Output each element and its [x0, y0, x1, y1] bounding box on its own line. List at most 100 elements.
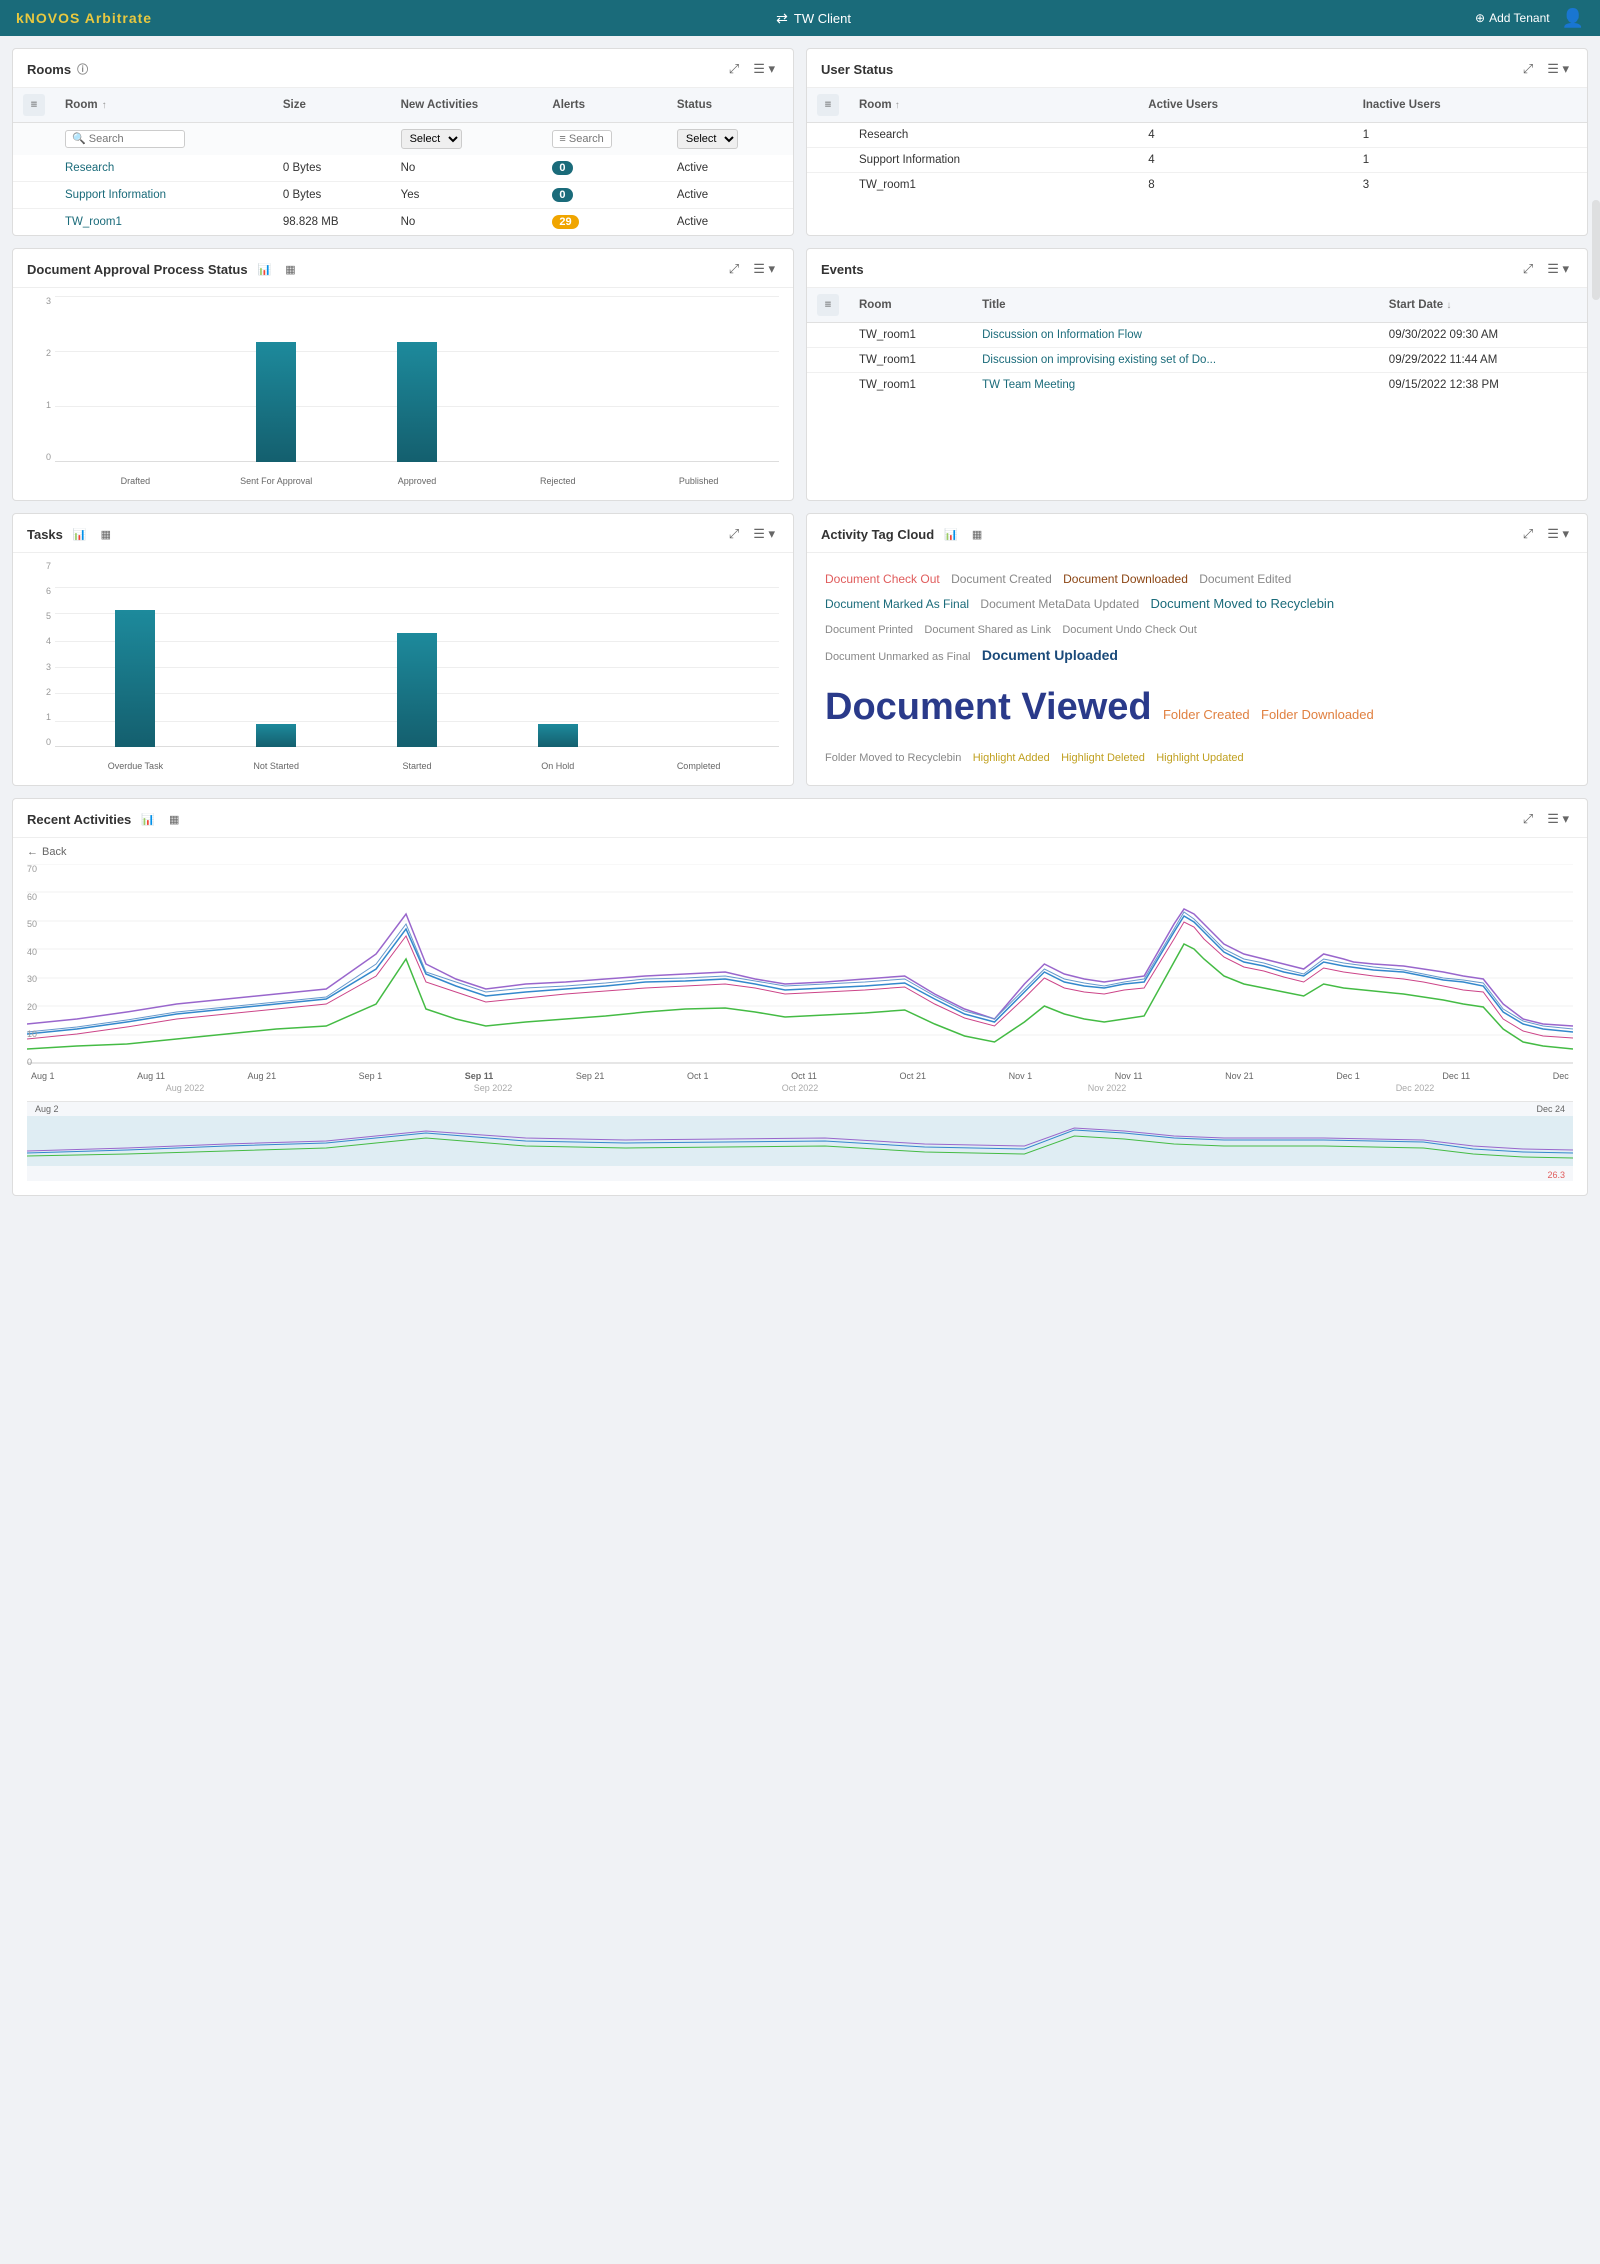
approval-menu-button[interactable]: ☰ ▾: [749, 259, 779, 279]
alerts-search-input[interactable]: [552, 130, 612, 148]
tag-folder-created[interactable]: Folder Created: [1163, 707, 1250, 722]
tasks-chart: 7 6 5 4 3 2 1 0: [13, 553, 793, 785]
user-status-filter-icon[interactable]: ≡: [817, 94, 839, 116]
new-activities-filter[interactable]: Select: [401, 129, 462, 149]
x-label-not-started: Not Started: [206, 761, 347, 771]
rooms-table: ≡ Room ↑ Size New Activities Alerts Stat…: [13, 88, 793, 235]
x-label-rejected: Rejected: [487, 476, 628, 486]
bar-group-overdue: [65, 610, 206, 747]
rooms-table-filter-icon[interactable]: ≡: [23, 94, 45, 116]
recent-line-chart-svg: [27, 864, 1573, 1064]
tag-doc-downloaded[interactable]: Document Downloaded: [1063, 572, 1188, 586]
approval-chart-toggle[interactable]: 📊: [254, 261, 276, 278]
middle-row: Document Approval Process Status 📊 ▦ ⤢ ☰…: [12, 248, 1588, 501]
rooms-panel-body: ≡ Room ↑ Size New Activities Alerts Stat…: [13, 88, 793, 235]
plus-circle-icon: ⊕: [1475, 11, 1485, 25]
user-status-menu-button[interactable]: ☰ ▾: [1543, 59, 1573, 79]
tag-expand-button[interactable]: ⤢: [1519, 524, 1537, 544]
recent-table-toggle[interactable]: ▦: [165, 811, 183, 828]
rooms-expand-button[interactable]: ⤢: [725, 59, 743, 79]
bar-not-started: [256, 724, 296, 747]
room-search-input[interactable]: [65, 130, 185, 148]
tag-folder-moved[interactable]: Folder Moved to Recyclebin: [825, 752, 961, 764]
recent-chart-toggle[interactable]: 📊: [137, 811, 159, 828]
status-filter[interactable]: Select: [677, 129, 738, 149]
room-sort-icon[interactable]: ↑: [102, 100, 107, 111]
recent-menu-button[interactable]: ☰ ▾: [1543, 809, 1573, 829]
header-center: ⇄ TW Client: [776, 10, 851, 27]
inactive-users-col-header: Inactive Users: [1353, 88, 1587, 123]
tag-doc-shared[interactable]: Document Shared as Link: [924, 624, 1051, 636]
event-link-1[interactable]: Discussion on Information Flow: [982, 329, 1142, 341]
approval-panel: Document Approval Process Status 📊 ▦ ⤢ ☰…: [12, 248, 794, 501]
room-link-research[interactable]: Research: [65, 162, 114, 174]
room-link-twroom1[interactable]: TW_room1: [65, 216, 122, 228]
main-content: Rooms ⓘ ⤢ ☰ ▾ ≡ Roo: [0, 36, 1600, 1208]
tag-doc-metadata[interactable]: Document MetaData Updated: [980, 597, 1139, 611]
tasks-menu-button[interactable]: ☰ ▾: [749, 524, 779, 544]
table-row: Research 0 Bytes No 0 Active: [13, 155, 793, 182]
tag-folder-downloaded[interactable]: Folder Downloaded: [1261, 707, 1374, 722]
tasks-expand-button[interactable]: ⤢: [725, 524, 743, 544]
tag-doc-undo-checkout[interactable]: Document Undo Check Out: [1062, 624, 1197, 636]
events-title-col: Title: [972, 288, 1379, 323]
approval-table-toggle[interactable]: ▦: [281, 261, 299, 278]
tag-doc-edited[interactable]: Document Edited: [1199, 572, 1291, 586]
events-menu-button[interactable]: ☰ ▾: [1543, 259, 1573, 279]
bar-approved: [397, 342, 437, 462]
room-link-support[interactable]: Support Information: [65, 189, 166, 201]
back-button[interactable]: ← Back: [27, 846, 1573, 858]
tag-doc-viewed[interactable]: Document Viewed: [825, 686, 1152, 728]
tag-menu-button[interactable]: ☰ ▾: [1543, 524, 1573, 544]
table-row: TW_room1 TW Team Meeting 09/15/2022 12:3…: [807, 373, 1587, 398]
events-expand-button[interactable]: ⤢: [1519, 259, 1537, 279]
bar-group-started: [347, 633, 488, 747]
tasks-panel: Tasks 📊 ▦ ⤢ ☰ ▾ 7 6 5 4 3: [12, 513, 794, 786]
tasks-panel-title: Tasks 📊 ▦: [27, 526, 115, 543]
events-date-col: Start Date ↓: [1379, 288, 1587, 323]
rooms-menu-button[interactable]: ☰ ▾: [749, 59, 779, 79]
events-filter-icon[interactable]: ≡: [817, 294, 839, 316]
tag-chart-toggle[interactable]: 📊: [940, 526, 962, 543]
tag-doc-created[interactable]: Document Created: [951, 572, 1052, 586]
tasks-table-toggle[interactable]: ▦: [97, 526, 115, 543]
user-status-table-body: Research 4 1 Support Information 4 1: [807, 123, 1587, 198]
event-link-3[interactable]: TW Team Meeting: [982, 379, 1075, 391]
tag-table-toggle[interactable]: ▦: [968, 526, 986, 543]
bar-on-hold: [538, 724, 578, 747]
rooms-panel-actions: ⤢ ☰ ▾: [725, 59, 779, 79]
x-label-approved: Approved: [347, 476, 488, 486]
tag-highlight-added[interactable]: Highlight Added: [973, 752, 1050, 764]
bar-sent: [256, 342, 296, 462]
table-row: Support Information 4 1: [807, 148, 1587, 173]
add-tenant-button[interactable]: ⊕ Add Tenant: [1475, 11, 1550, 25]
event-link-2[interactable]: Discussion on improvising existing set o…: [982, 354, 1216, 366]
tag-doc-checkout[interactable]: Document Check Out: [825, 572, 940, 586]
activity-tag-panel-header: Activity Tag Cloud 📊 ▦ ⤢ ☰ ▾: [807, 514, 1587, 553]
tag-doc-printed[interactable]: Document Printed: [825, 624, 913, 636]
user-status-expand-button[interactable]: ⤢: [1519, 59, 1537, 79]
scrollbar[interactable]: [1592, 200, 1600, 300]
user-avatar[interactable]: 👤: [1562, 8, 1584, 29]
user-status-table: ≡ Room ↑ Active Users Inactive Users Res…: [807, 88, 1587, 197]
tag-doc-moved-recyclebin[interactable]: Document Moved to Recyclebin: [1151, 596, 1335, 611]
tag-cloud: Document Check Out Document Created Docu…: [807, 553, 1587, 783]
back-arrow-icon: ←: [27, 846, 38, 858]
recent-activities-panel: Recent Activities 📊 ▦ ⤢ ☰ ▾ ← Back: [12, 798, 1588, 1196]
events-table-body: TW_room1 Discussion on Information Flow …: [807, 323, 1587, 398]
tag-highlight-updated[interactable]: Highlight Updated: [1156, 752, 1243, 764]
user-status-panel: User Status ⤢ ☰ ▾ ≡ Room ↑ Activ: [806, 48, 1588, 236]
bar-group-on-hold: [487, 724, 628, 747]
alert-badge: 0: [552, 161, 572, 175]
rooms-info-icon[interactable]: ⓘ: [77, 61, 88, 77]
x-label-drafted: Drafted: [65, 476, 206, 486]
tag-doc-marked-final[interactable]: Document Marked As Final: [825, 597, 969, 611]
tag-highlight-deleted[interactable]: Highlight Deleted: [1061, 752, 1145, 764]
recent-expand-button[interactable]: ⤢: [1519, 809, 1537, 829]
tasks-chart-toggle[interactable]: 📊: [69, 526, 91, 543]
tag-doc-unmarked[interactable]: Document Unmarked as Final: [825, 651, 971, 663]
user-status-panel-header: User Status ⤢ ☰ ▾: [807, 49, 1587, 88]
approval-expand-button[interactable]: ⤢: [725, 259, 743, 279]
user-status-body: ≡ Room ↑ Active Users Inactive Users Res…: [807, 88, 1587, 197]
tag-doc-uploaded[interactable]: Document Uploaded: [982, 647, 1118, 663]
